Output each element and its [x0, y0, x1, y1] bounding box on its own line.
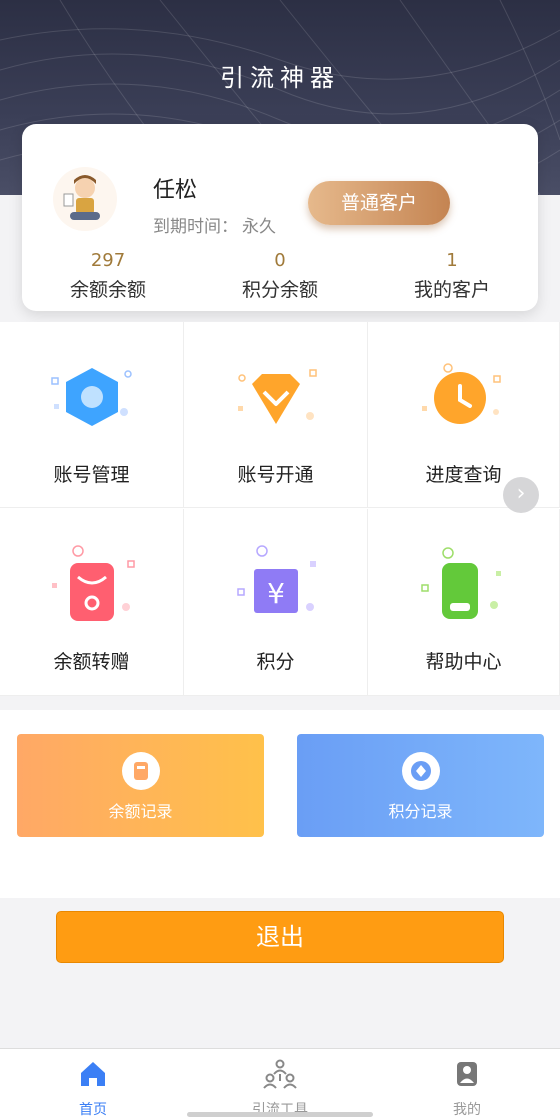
tab-tools[interactable]: 引流工具	[187, 1049, 373, 1119]
menu-item-points[interactable]: ¥ 积分	[184, 509, 368, 696]
stat-label: 积分余额	[241, 279, 318, 301]
menu-item-help-center[interactable]: 帮助中心	[368, 509, 560, 696]
menu-item-account-management[interactable]: 账号管理	[0, 322, 184, 508]
yen-card-icon: ¥	[237, 545, 316, 613]
user-name: 任松	[153, 178, 198, 203]
menu-label: 余额转赠	[53, 651, 130, 673]
records-section: 余额记录 积分记录	[0, 710, 560, 898]
tab-mine[interactable]: 我的	[374, 1049, 560, 1119]
tab-home[interactable]: 首页	[0, 1049, 186, 1119]
coin-icon	[402, 752, 440, 790]
points-record-button[interactable]: 积分记录	[297, 734, 544, 837]
record-label: 余额记录	[108, 802, 173, 821]
hexagon-icon	[51, 368, 132, 426]
diamond-icon	[238, 369, 317, 424]
menu-item-account-open[interactable]: 账号开通	[184, 322, 368, 508]
menu-label: 账号管理	[53, 464, 130, 486]
chevron-right-icon[interactable]: ›	[503, 477, 539, 513]
red-envelope-icon	[52, 545, 135, 621]
stat-label: 余额余额	[69, 279, 146, 301]
record-label: 积分记录	[388, 802, 453, 821]
expire-info: 到期时间： 永久	[153, 212, 276, 237]
customer-level-button[interactable]: 普通客户	[308, 181, 450, 225]
logout-button[interactable]: 退出	[56, 911, 504, 963]
menu-label: 帮助中心	[425, 651, 502, 673]
home-indicator	[187, 1112, 373, 1117]
menu-item-balance-transfer[interactable]: 余额转赠	[0, 509, 184, 696]
wallet-icon	[122, 752, 160, 790]
tab-label: 我的	[453, 1102, 481, 1118]
phone-icon	[421, 547, 501, 619]
avatar[interactable]	[52, 166, 118, 232]
page-title: 引流神器	[220, 64, 340, 92]
home-icon	[81, 1062, 105, 1086]
menu-label: 积分	[256, 651, 295, 673]
stat-value: 1	[446, 250, 458, 271]
stat-value: 297	[90, 250, 126, 271]
stat-balance[interactable]: 297 余额余额	[28, 250, 188, 302]
menu-grid: 账号管理 账号开通 进度查询 余额转赠 ¥ 积分 帮助中心	[0, 322, 560, 696]
bottom-tab-bar: 首页 引流工具 我的	[0, 1048, 560, 1119]
tab-label: 首页	[79, 1102, 107, 1118]
stat-customers[interactable]: 1 我的客户	[372, 250, 532, 302]
expire-value: 永久	[242, 217, 276, 237]
stat-label: 我的客户	[413, 279, 490, 301]
expire-label: 到期时间：	[153, 217, 238, 237]
balance-record-button[interactable]: 余额记录	[17, 734, 264, 837]
stat-points[interactable]: 0 积分余额	[200, 250, 360, 302]
people-network-icon	[263, 1059, 297, 1089]
svg-text:¥: ¥	[267, 577, 285, 610]
user-icon	[457, 1062, 477, 1086]
cartoon-avatar-icon	[53, 167, 117, 231]
stat-value: 0	[274, 250, 286, 271]
clock-icon	[422, 363, 501, 424]
menu-label: 账号开通	[237, 464, 314, 486]
